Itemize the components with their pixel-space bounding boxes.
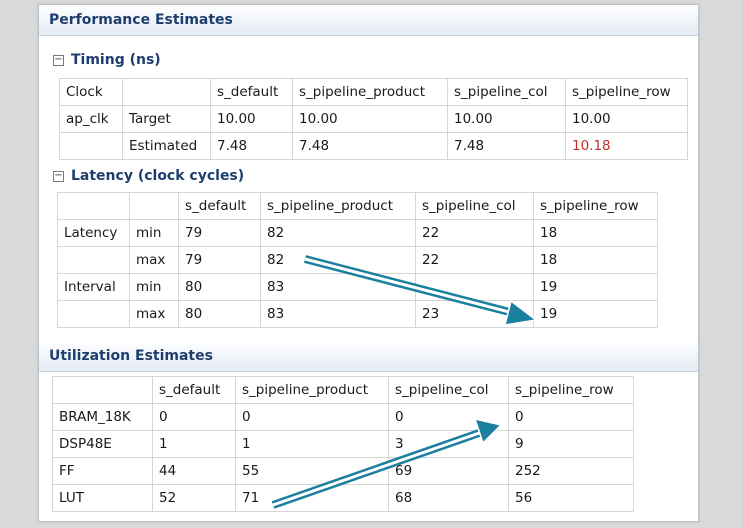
timing-cell: Target [122,105,211,133]
latency-row: max 80 83 23 19 [57,300,658,328]
timing-table: Clock s_default s_pipeline_product s_pip… [59,78,688,160]
latency-cell: 83 [260,273,416,301]
utilization-cell: 68 [388,484,509,512]
utilization-cell: 71 [235,484,389,512]
utilization-row: DSP48E 1 1 3 9 [52,430,634,458]
latency-cell: 82 [260,246,416,274]
utilization-header-cell: s_default [152,376,236,404]
latency-cell [57,246,130,274]
latency-cell: max [129,246,179,274]
report-panel: Performance Estimates − Timing (ns) Cloc… [38,4,699,522]
latency-row: Interval min 80 83 19 [57,273,658,301]
timing-violation-cell: 10.18 [565,132,688,160]
latency-header-cell: s_default [178,192,261,220]
latency-title: Latency (clock cycles) [71,168,245,184]
timing-cell: 7.48 [210,132,293,160]
utilization-cell: DSP48E [52,430,153,458]
latency-table: s_default s_pipeline_product s_pipeline_… [57,192,658,328]
timing-header-cell: s_pipeline_product [292,78,448,106]
utilization-cell: 0 [508,403,634,431]
latency-cell: max [129,300,179,328]
utilization-header-cell [52,376,153,404]
utilization-estimates-header: Utilization Estimates [39,341,698,372]
timing-header-row: Clock s_default s_pipeline_product s_pip… [59,78,688,106]
utilization-header-cell: s_pipeline_row [508,376,634,404]
timing-title: Timing (ns) [71,52,161,68]
timing-cell [59,132,123,160]
latency-cell: Interval [57,273,130,301]
timing-row: Estimated 7.48 7.48 7.48 10.18 [59,132,688,160]
latency-cell: 18 [533,219,658,247]
collapse-toggle-icon[interactable]: − [53,55,64,66]
utilization-cell: BRAM_18K [52,403,153,431]
latency-cell: 18 [533,246,658,274]
timing-cell: 7.48 [292,132,448,160]
latency-cell: 79 [178,246,261,274]
utilization-cell: 1 [152,430,236,458]
utilization-cell: 0 [388,403,509,431]
latency-cell: 83 [260,300,416,328]
timing-header-cell [122,78,211,106]
latency-row: Latency min 79 82 22 18 [57,219,658,247]
timing-cell: Estimated [122,132,211,160]
utilization-header-row: s_default s_pipeline_product s_pipeline_… [52,376,634,404]
timing-cell: 7.48 [447,132,566,160]
latency-header-cell [129,192,179,220]
latency-cell: 19 [533,273,658,301]
utilization-row: LUT 52 71 68 56 [52,484,634,512]
utilization-cell: 52 [152,484,236,512]
latency-header-cell [57,192,130,220]
latency-cell: 19 [533,300,658,328]
latency-cell [57,300,130,328]
timing-cell: 10.00 [292,105,448,133]
latency-cell [415,273,534,301]
latency-header-row: s_default s_pipeline_product s_pipeline_… [57,192,658,220]
latency-header-cell: s_pipeline_product [260,192,416,220]
timing-cell: ap_clk [59,105,123,133]
latency-cell: 22 [415,246,534,274]
utilization-cell: 69 [388,457,509,485]
latency-header-cell: s_pipeline_col [415,192,534,220]
utilization-cell: 44 [152,457,236,485]
latency-cell: Latency [57,219,130,247]
utilization-cell: 0 [152,403,236,431]
timing-cell: 10.00 [565,105,688,133]
utilization-header-cell: s_pipeline_product [235,376,389,404]
utilization-cell: 9 [508,430,634,458]
latency-header-cell: s_pipeline_row [533,192,658,220]
utilization-cell: LUT [52,484,153,512]
timing-row: ap_clk Target 10.00 10.00 10.00 10.00 [59,105,688,133]
timing-header-cell: s_default [210,78,293,106]
latency-cell: 82 [260,219,416,247]
latency-row: max 79 82 22 18 [57,246,658,274]
utilization-cell: 56 [508,484,634,512]
utilization-cell: 252 [508,457,634,485]
utilization-cell: 55 [235,457,389,485]
utilization-row: BRAM_18K 0 0 0 0 [52,403,634,431]
utilization-table: s_default s_pipeline_product s_pipeline_… [52,376,634,512]
timing-header-cell: Clock [59,78,123,106]
latency-cell: 23 [415,300,534,328]
timing-cell: 10.00 [447,105,566,133]
collapse-toggle-icon[interactable]: − [53,171,64,182]
latency-cell: 80 [178,273,261,301]
performance-estimates-header: Performance Estimates [39,5,698,36]
latency-cell: 79 [178,219,261,247]
timing-cell: 10.00 [210,105,293,133]
utilization-cell: 1 [235,430,389,458]
utilization-cell: FF [52,457,153,485]
utilization-estimates-title: Utilization Estimates [49,348,213,364]
performance-estimates-title: Performance Estimates [49,12,233,28]
utilization-row: FF 44 55 69 252 [52,457,634,485]
utilization-cell: 0 [235,403,389,431]
latency-cell: 80 [178,300,261,328]
timing-header-cell: s_pipeline_col [447,78,566,106]
latency-cell: min [129,219,179,247]
latency-cell: 22 [415,219,534,247]
utilization-header-cell: s_pipeline_col [388,376,509,404]
latency-cell: min [129,273,179,301]
timing-header-cell: s_pipeline_row [565,78,688,106]
utilization-cell: 3 [388,430,509,458]
